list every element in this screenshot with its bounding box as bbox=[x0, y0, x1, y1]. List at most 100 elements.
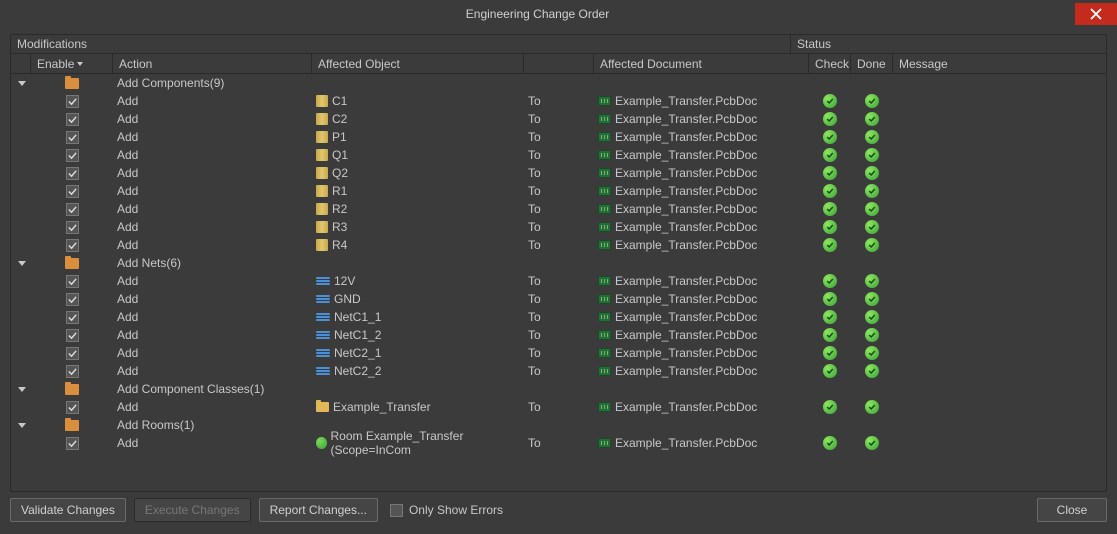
document-label: Example_Transfer.PcbDoc bbox=[615, 310, 757, 324]
expand-toggle-icon[interactable] bbox=[18, 423, 26, 428]
enable-checkbox[interactable] bbox=[66, 293, 79, 306]
footer-bar: Validate Changes Execute Changes Report … bbox=[0, 492, 1117, 528]
col-affected-document[interactable]: Affected Document bbox=[594, 54, 809, 73]
group-row[interactable]: Add Components(9) bbox=[11, 74, 1106, 92]
check-status-icon bbox=[823, 202, 837, 216]
document-cell: Example_Transfer.PcbDoc bbox=[594, 436, 809, 450]
table-row[interactable]: AddR1ToExample_Transfer.PcbDoc bbox=[11, 182, 1106, 200]
document-label: Example_Transfer.PcbDoc bbox=[615, 328, 757, 342]
to-cell: To bbox=[524, 220, 594, 234]
object-cell: 12V bbox=[312, 274, 524, 288]
check-status-icon bbox=[823, 274, 837, 288]
enable-checkbox[interactable] bbox=[66, 347, 79, 360]
enable-checkbox[interactable] bbox=[66, 167, 79, 180]
col-affected-object[interactable]: Affected Object bbox=[312, 54, 524, 73]
to-cell: To bbox=[524, 202, 594, 216]
window-close-button[interactable] bbox=[1075, 3, 1117, 25]
object-cell: NetC2_2 bbox=[312, 364, 524, 378]
object-label: NetC2_2 bbox=[334, 364, 381, 378]
only-show-errors-wrap[interactable]: Only Show Errors bbox=[390, 503, 503, 517]
expand-toggle-icon[interactable] bbox=[18, 81, 26, 86]
col-expand bbox=[11, 54, 31, 73]
table-row[interactable]: AddNetC1_2ToExample_Transfer.PcbDoc bbox=[11, 326, 1106, 344]
to-cell: To bbox=[524, 400, 594, 414]
group-row[interactable]: Add Nets(6) bbox=[11, 254, 1106, 272]
enable-checkbox[interactable] bbox=[66, 311, 79, 324]
table-row[interactable]: AddC1ToExample_Transfer.PcbDoc bbox=[11, 92, 1106, 110]
col-enable[interactable]: Enable bbox=[31, 54, 113, 73]
table-row[interactable]: AddQ2ToExample_Transfer.PcbDoc bbox=[11, 164, 1106, 182]
enable-checkbox[interactable] bbox=[66, 203, 79, 216]
object-cell: R1 bbox=[312, 184, 524, 198]
table-row[interactable]: AddR3ToExample_Transfer.PcbDoc bbox=[11, 218, 1106, 236]
table-row[interactable]: AddNetC2_1ToExample_Transfer.PcbDoc bbox=[11, 344, 1106, 362]
document-label: Example_Transfer.PcbDoc bbox=[615, 364, 757, 378]
action-cell: Add bbox=[113, 292, 312, 306]
document-cell: Example_Transfer.PcbDoc bbox=[594, 220, 809, 234]
enable-checkbox[interactable] bbox=[66, 95, 79, 108]
table-row[interactable]: AddGNDToExample_Transfer.PcbDoc bbox=[11, 290, 1106, 308]
enable-checkbox[interactable] bbox=[66, 329, 79, 342]
pcbdoc-icon bbox=[598, 402, 611, 412]
pcbdoc-icon bbox=[598, 348, 611, 358]
col-check[interactable]: Check bbox=[809, 54, 851, 73]
document-cell: Example_Transfer.PcbDoc bbox=[594, 292, 809, 306]
action-cell: Add bbox=[113, 130, 312, 144]
to-cell: To bbox=[524, 328, 594, 342]
document-cell: Example_Transfer.PcbDoc bbox=[594, 274, 809, 288]
enable-checkbox[interactable] bbox=[66, 131, 79, 144]
group-row[interactable]: Add Rooms(1) bbox=[11, 416, 1106, 434]
object-label: Q1 bbox=[332, 148, 348, 162]
table-row[interactable]: AddNetC1_1ToExample_Transfer.PcbDoc bbox=[11, 308, 1106, 326]
group-row[interactable]: Add Component Classes(1) bbox=[11, 380, 1106, 398]
folder-icon bbox=[65, 78, 79, 89]
enable-checkbox[interactable] bbox=[66, 221, 79, 234]
table-row[interactable]: AddNetC2_2ToExample_Transfer.PcbDoc bbox=[11, 362, 1106, 380]
enable-checkbox[interactable] bbox=[66, 365, 79, 378]
eco-table-body: Add Components(9)AddC1ToExample_Transfer… bbox=[11, 74, 1106, 490]
action-cell: Add bbox=[113, 400, 312, 414]
to-cell: To bbox=[524, 310, 594, 324]
done-status-icon bbox=[865, 94, 879, 108]
class-folder-icon bbox=[316, 402, 329, 412]
to-cell: To bbox=[524, 112, 594, 126]
enable-checkbox[interactable] bbox=[66, 149, 79, 162]
done-status-icon bbox=[865, 346, 879, 360]
document-label: Example_Transfer.PcbDoc bbox=[615, 238, 757, 252]
table-row[interactable]: AddExample_TransferToExample_Transfer.Pc… bbox=[11, 398, 1106, 416]
table-row[interactable]: AddR2ToExample_Transfer.PcbDoc bbox=[11, 200, 1106, 218]
document-cell: Example_Transfer.PcbDoc bbox=[594, 328, 809, 342]
report-changes-button[interactable]: Report Changes... bbox=[259, 498, 378, 522]
folder-icon bbox=[65, 258, 79, 269]
col-action[interactable]: Action bbox=[113, 54, 312, 73]
done-status-icon bbox=[865, 184, 879, 198]
table-row[interactable]: AddP1ToExample_Transfer.PcbDoc bbox=[11, 128, 1106, 146]
enable-checkbox[interactable] bbox=[66, 401, 79, 414]
only-show-errors-label: Only Show Errors bbox=[409, 503, 503, 517]
validate-changes-button[interactable]: Validate Changes bbox=[10, 498, 126, 522]
enable-checkbox[interactable] bbox=[66, 113, 79, 126]
component-icon bbox=[316, 131, 328, 143]
enable-checkbox[interactable] bbox=[66, 239, 79, 252]
expand-toggle-icon[interactable] bbox=[18, 261, 26, 266]
close-button[interactable]: Close bbox=[1037, 498, 1107, 522]
only-show-errors-checkbox[interactable] bbox=[390, 504, 403, 517]
table-row[interactable]: AddR4ToExample_Transfer.PcbDoc bbox=[11, 236, 1106, 254]
table-row[interactable]: AddC2ToExample_Transfer.PcbDoc bbox=[11, 110, 1106, 128]
object-cell: R3 bbox=[312, 220, 524, 234]
table-row[interactable]: AddQ1ToExample_Transfer.PcbDoc bbox=[11, 146, 1106, 164]
execute-changes-button[interactable]: Execute Changes bbox=[134, 498, 251, 522]
col-message[interactable]: Message bbox=[893, 54, 1106, 73]
document-label: Example_Transfer.PcbDoc bbox=[615, 94, 757, 108]
enable-checkbox[interactable] bbox=[66, 275, 79, 288]
enable-checkbox[interactable] bbox=[66, 437, 79, 450]
document-cell: Example_Transfer.PcbDoc bbox=[594, 346, 809, 360]
table-row[interactable]: Add12VToExample_Transfer.PcbDoc bbox=[11, 272, 1106, 290]
expand-toggle-icon[interactable] bbox=[18, 387, 26, 392]
enable-checkbox[interactable] bbox=[66, 185, 79, 198]
table-row[interactable]: AddRoom Example_Transfer (Scope=InComToE… bbox=[11, 434, 1106, 452]
check-status-icon bbox=[823, 112, 837, 126]
action-cell: Add bbox=[113, 436, 312, 450]
col-done[interactable]: Done bbox=[851, 54, 893, 73]
action-cell: Add bbox=[113, 346, 312, 360]
